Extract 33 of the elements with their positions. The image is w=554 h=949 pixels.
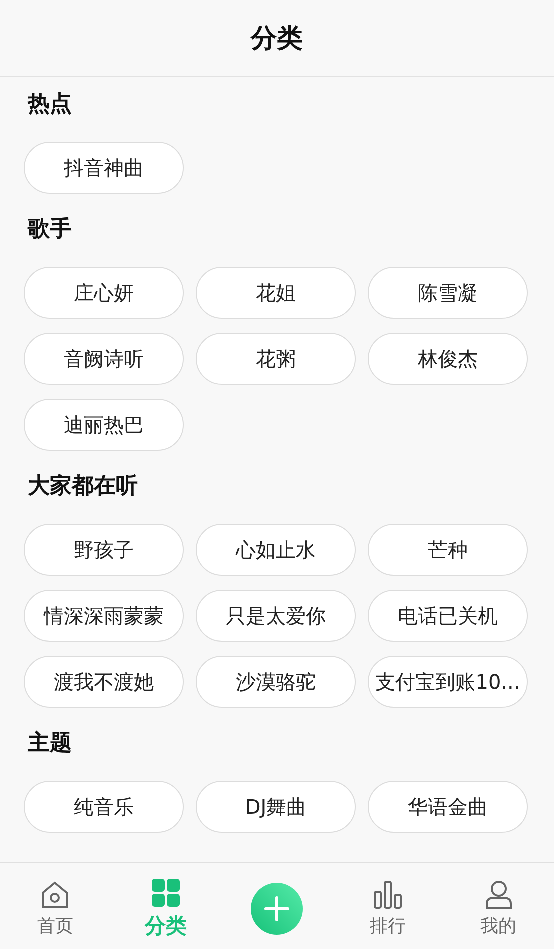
tag-chip[interactable]: 庄心妍 bbox=[24, 267, 184, 319]
tag-chip[interactable]: 芒种 bbox=[368, 524, 528, 576]
nav-tab[interactable]: 我的 bbox=[480, 880, 517, 938]
tag-chip[interactable]: 花姐 bbox=[196, 267, 356, 319]
tag-chip[interactable]: 华语金曲 bbox=[368, 781, 528, 833]
plus-icon bbox=[264, 896, 290, 922]
section-title: 歌手 bbox=[28, 216, 72, 244]
tag-chip[interactable]: 抖音神曲 bbox=[24, 142, 184, 194]
tag-chip[interactable]: 心如止水 bbox=[196, 524, 356, 576]
bar-chart-icon bbox=[372, 880, 403, 910]
tag-chip[interactable]: 花粥 bbox=[196, 333, 356, 385]
tag-chip[interactable]: 沙漠骆驼 bbox=[196, 656, 356, 708]
section-title: 大家都在听 bbox=[28, 472, 138, 501]
tag-chip[interactable]: 情深深雨蒙蒙 bbox=[24, 590, 184, 642]
tag-chip[interactable]: 渡我不渡她 bbox=[24, 656, 184, 708]
tag-chip[interactable]: 电话已关机 bbox=[368, 590, 528, 642]
section-title: 主题 bbox=[28, 730, 72, 758]
tag-chip[interactable]: 支付宝到账10... bbox=[368, 656, 528, 708]
user-icon bbox=[484, 880, 514, 910]
page-title: 分类 bbox=[251, 22, 303, 56]
tag-chip[interactable]: 纯音乐 bbox=[24, 781, 184, 833]
tag-chip[interactable]: 只是太爱你 bbox=[196, 590, 356, 642]
tag-chip[interactable]: 林俊杰 bbox=[368, 333, 528, 385]
tag-chip[interactable]: DJ舞曲 bbox=[196, 781, 356, 833]
nav-tab[interactable]: 排行 bbox=[370, 880, 406, 938]
grid-icon bbox=[151, 878, 182, 908]
tag-chip[interactable]: 陈雪凝 bbox=[368, 267, 528, 319]
tag-chip[interactable]: 野孩子 bbox=[24, 524, 184, 576]
nav-tab[interactable]: 首页 bbox=[37, 880, 74, 938]
tag-chip[interactable]: 音阙诗听 bbox=[24, 333, 184, 385]
home-icon bbox=[40, 880, 70, 910]
tag-chip[interactable]: 迪丽热巴 bbox=[24, 399, 184, 451]
section-title: 热点 bbox=[28, 91, 72, 119]
